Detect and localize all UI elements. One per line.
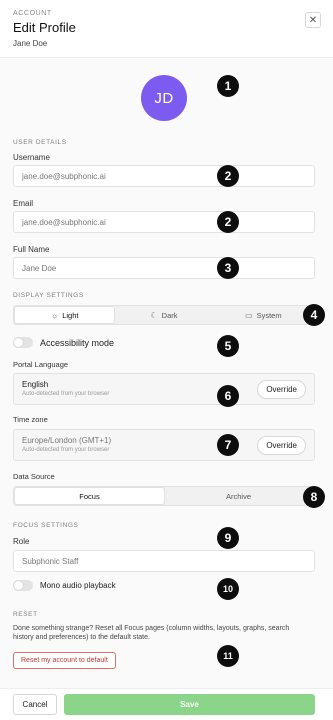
dialog-footer: Cancel Save: [0, 688, 333, 720]
annotation-badge-11: 11: [217, 645, 239, 667]
annotation-badge-5: 5: [217, 335, 239, 357]
mono-audio-toggle[interactable]: [13, 580, 33, 591]
mono-audio-label: Mono audio playback: [40, 581, 116, 590]
reset-account-button[interactable]: Reset my account to default: [13, 652, 116, 669]
avatar[interactable]: JD: [141, 75, 187, 121]
fullname-label: Full Name: [13, 245, 50, 254]
moon-icon: ☾: [150, 310, 158, 320]
email-label: Email: [13, 199, 34, 208]
fullname-value: Jane Doe: [22, 263, 57, 273]
timezone-field: Europe/London (GMT+1) Auto-detected from…: [13, 429, 315, 461]
data-source-option-focus[interactable]: Focus: [15, 488, 164, 504]
section-label-reset: RESET: [13, 611, 38, 618]
annotation-badge-2a: 2: [217, 165, 239, 187]
data-source-label: Data Source: [13, 472, 55, 481]
accessibility-mode-row: Accessibility mode: [13, 337, 114, 348]
annotation-badge-10: 10: [217, 578, 239, 600]
fullname-field[interactable]: Jane Doe: [13, 257, 315, 279]
annotation-badge-7: 7: [217, 434, 239, 456]
username-field[interactable]: jane.doe@subphonic.ai: [13, 165, 315, 187]
username-value: jane.doe@subphonic.ai: [22, 171, 106, 181]
accessibility-mode-toggle[interactable]: [13, 337, 33, 348]
annotation-badge-3: 3: [217, 257, 239, 279]
timezone-override-button[interactable]: Override: [257, 436, 306, 455]
save-button[interactable]: Save: [64, 694, 315, 715]
annotation-badge-1: 1: [217, 75, 239, 97]
theme-option-system-label: System: [256, 310, 282, 320]
timezone-label: Time zone: [13, 415, 48, 424]
annotation-badge-2b: 2: [217, 211, 239, 233]
annotation-badge-6: 6: [217, 385, 239, 407]
section-label-display-settings: DISPLAY SETTINGS: [13, 292, 84, 299]
section-label-focus-settings: FOCUS SETTINGS: [13, 522, 79, 529]
close-button[interactable]: ✕: [305, 12, 321, 28]
dialog-header: ACCOUNT Edit Profile Jane Doe ✕: [0, 0, 333, 58]
header-eyebrow: ACCOUNT: [13, 10, 52, 17]
role-label: Role: [13, 537, 30, 546]
sun-icon: ☼: [50, 310, 59, 320]
annotation-badge-4: 4: [303, 304, 325, 326]
annotation-badge-8: 8: [303, 486, 325, 508]
annotation-badge-9: 9: [217, 527, 239, 549]
reset-description: Done something strange? Reset all Focus …: [13, 625, 290, 642]
role-field[interactable]: Subphonic Staff: [13, 550, 315, 572]
section-label-user-details: USER DETAILS: [13, 139, 67, 146]
close-icon: ✕: [308, 14, 318, 26]
theme-option-light-label: Light: [62, 310, 79, 320]
monitor-icon: ▭: [245, 310, 253, 320]
theme-selector: ☼ Light ☾ Dark ▭ System: [13, 305, 315, 325]
profile-form[interactable]: JD 1 USER DETAILS Username jane.doe@subp…: [0, 58, 333, 688]
page-title: Edit Profile: [13, 20, 76, 35]
email-field[interactable]: jane.doe@subphonic.ai: [13, 211, 315, 233]
role-value: Subphonic Staff: [22, 556, 79, 566]
data-source-option-archive[interactable]: Archive: [164, 488, 313, 504]
username-label: Username: [13, 153, 50, 162]
data-source-selector: Focus Archive: [13, 486, 315, 506]
theme-option-light[interactable]: ☼ Light: [15, 307, 115, 323]
portal-language-label: Portal Language: [13, 360, 69, 369]
theme-option-dark[interactable]: ☾ Dark: [114, 307, 213, 323]
mono-audio-row: Mono audio playback: [13, 580, 116, 591]
page-subtitle: Jane Doe: [13, 39, 48, 48]
accessibility-mode-label: Accessibility mode: [40, 337, 115, 348]
theme-option-system[interactable]: ▭ System: [214, 307, 313, 323]
cancel-button[interactable]: Cancel: [13, 694, 57, 715]
email-value: jane.doe@subphonic.ai: [22, 217, 106, 227]
theme-option-dark-label: Dark: [161, 310, 178, 320]
portal-language-override-button[interactable]: Override: [257, 380, 306, 399]
portal-language-field: English Auto-detected from your browser …: [13, 373, 315, 405]
